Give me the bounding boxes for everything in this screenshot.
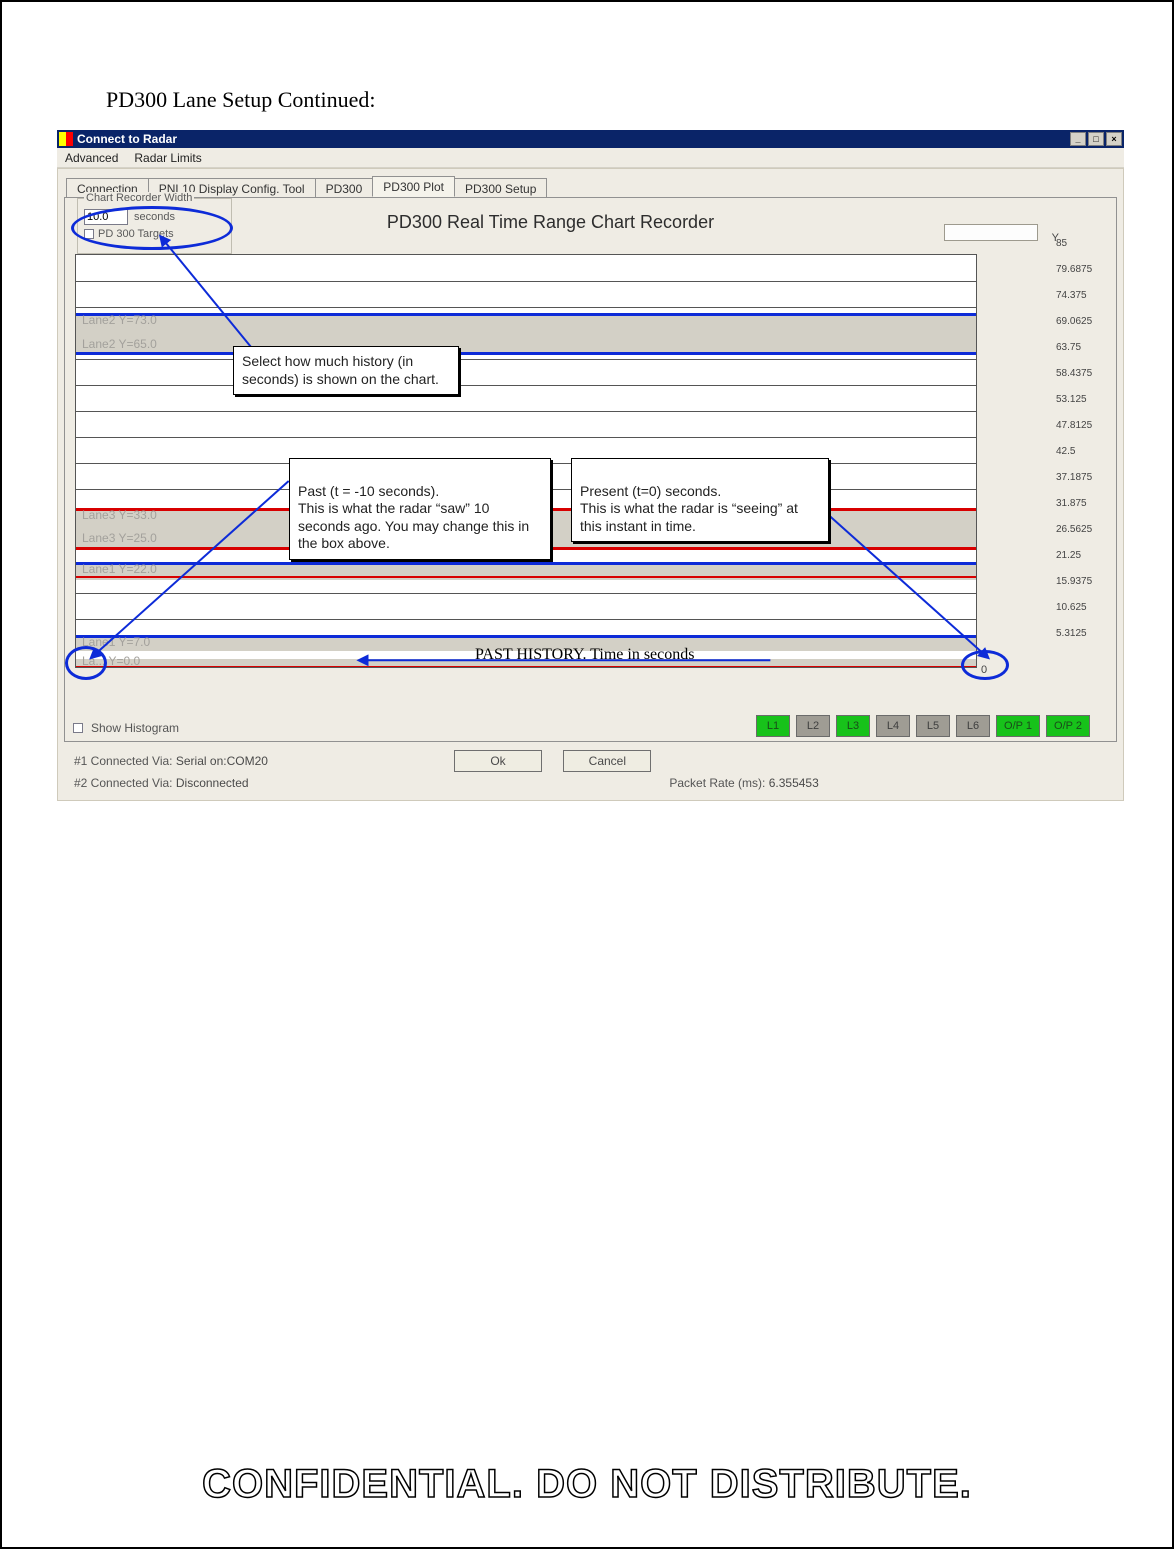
y-tick: 37.1875 <box>1056 472 1092 483</box>
menu-advanced[interactable]: Advanced <box>65 151 118 165</box>
show-histogram-label: Show Histogram <box>91 721 179 735</box>
lane-label: Lane2 Y=73.0 <box>80 313 159 327</box>
conn2-label: #2 Connected Via: <box>74 776 173 790</box>
y-tick: 74.375 <box>1056 290 1087 301</box>
lane-btn-l2[interactable]: L2 <box>796 715 830 737</box>
lane-zero-line <box>76 666 976 668</box>
lane2-lower-line <box>76 352 976 355</box>
x-zero-tick: 0 <box>981 664 1003 676</box>
y-ticks: 85 79.6875 74.375 69.0625 63.75 58.4375 … <box>1056 238 1108 646</box>
target-trace <box>76 576 976 578</box>
show-histogram-checkbox[interactable] <box>73 723 83 733</box>
y-tick: 47.8125 <box>1056 420 1092 431</box>
lane-buttons: L1 L2 L3 L4 L5 L6 O/P 1 O/P 2 <box>756 715 1090 737</box>
y-tick: 31.875 <box>1056 498 1087 509</box>
conn2-value: Disconnected <box>176 776 249 790</box>
tab-pd300-plot[interactable]: PD300 Plot <box>372 176 455 197</box>
status-area: #1 Connected Via: Serial on:COM20 Ok Can… <box>64 742 1117 794</box>
minimize-button[interactable]: _ <box>1070 132 1086 146</box>
past-history-label: PAST HISTORY. Time in seconds <box>475 646 694 664</box>
lane-label: La... Y=0.0 <box>80 654 142 668</box>
conn1-value: Serial on:COM20 <box>176 754 268 768</box>
callout-present: Present (t=0) seconds. This is what the … <box>571 458 829 542</box>
y-tick: 53.125 <box>1056 394 1087 405</box>
lane-btn-l3[interactable]: L3 <box>836 715 870 737</box>
close-button[interactable]: × <box>1106 132 1122 146</box>
crw-legend: Chart Recorder Width <box>84 192 194 204</box>
dialog-panel: Connection PNL10 Display Config. Tool PD… <box>57 168 1124 801</box>
readout-box <box>944 224 1038 241</box>
lane-label: Lane1 Y=22.0 <box>80 562 159 576</box>
y-tick: 10.625 <box>1056 602 1087 613</box>
tab-pd300[interactable]: PD300 <box>315 178 374 198</box>
app-window: Connect to Radar _ □ × Advanced Radar Li… <box>57 130 1124 793</box>
y-tick: 85 <box>1056 238 1067 249</box>
lane-btn-l6[interactable]: L6 <box>956 715 990 737</box>
callout-text: Select how much history (in seconds) is … <box>242 353 439 387</box>
show-histogram[interactable]: Show Histogram <box>73 721 179 735</box>
callout-text: Present (t=0) seconds. This is what the … <box>580 483 798 534</box>
tab-pane-pd300-plot: Chart Recorder Width seconds PD 300 Targ… <box>64 197 1117 742</box>
ok-button[interactable]: Ok <box>454 750 542 772</box>
lane2-upper-line <box>76 313 976 316</box>
doc-heading: PD300 Lane Setup Continued: <box>106 87 375 113</box>
conn1-label: #1 Connected Via: <box>74 754 173 768</box>
packet-rate-value: 6.355453 <box>769 776 819 790</box>
title-bar[interactable]: Connect to Radar _ □ × <box>57 130 1124 148</box>
app-icon <box>59 132 73 146</box>
tab-pd300-setup[interactable]: PD300 Setup <box>454 178 547 198</box>
y-tick: 63.75 <box>1056 342 1081 353</box>
packet-rate-label: Packet Rate (ms): <box>669 776 765 790</box>
y-tick: 58.4375 <box>1056 368 1092 379</box>
callout-past: Past (t = -10 seconds). This is what the… <box>289 458 551 560</box>
lane-label: Lane3 Y=33.0 <box>80 508 159 522</box>
chart-title: PD300 Real Time Range Chart Recorder <box>65 212 1036 233</box>
lane-btn-l4[interactable]: L4 <box>876 715 910 737</box>
cancel-button[interactable]: Cancel <box>563 750 651 772</box>
y-tick: 26.5625 <box>1056 524 1092 535</box>
menu-radar-limits[interactable]: Radar Limits <box>134 151 201 165</box>
lane-btn-op2[interactable]: O/P 2 <box>1046 715 1090 737</box>
y-tick: 69.0625 <box>1056 316 1092 327</box>
lane1-lower-line <box>76 635 976 638</box>
tab-row: Connection PNL10 Display Config. Tool PD… <box>66 175 1117 197</box>
maximize-button[interactable]: □ <box>1088 132 1104 146</box>
callout-history: Select how much history (in seconds) is … <box>233 346 459 395</box>
lane-btn-l5[interactable]: L5 <box>916 715 950 737</box>
confidential-watermark: CONFIDENTIAL. DO NOT DISTRIBUTE. <box>2 1462 1172 1507</box>
y-tick: 79.6875 <box>1056 264 1092 275</box>
y-tick: 15.9375 <box>1056 576 1092 587</box>
lane-label: Lane3 Y=25.0 <box>80 531 159 545</box>
lane-btn-op1[interactable]: O/P 1 <box>996 715 1040 737</box>
y-tick: 21.25 <box>1056 550 1081 561</box>
lane-btn-l1[interactable]: L1 <box>756 715 790 737</box>
lane-label: Lane1 Y=7.0 <box>80 635 152 649</box>
y-tick: 5.3125 <box>1056 628 1087 639</box>
lane-label: Lane2 Y=65.0 <box>80 337 159 351</box>
callout-text: Past (t = -10 seconds). This is what the… <box>298 483 529 552</box>
y-tick: 42.5 <box>1056 446 1075 457</box>
window-title: Connect to Radar <box>77 132 177 146</box>
lane1-upper-line <box>76 562 976 565</box>
menu-bar: Advanced Radar Limits <box>57 148 1124 168</box>
